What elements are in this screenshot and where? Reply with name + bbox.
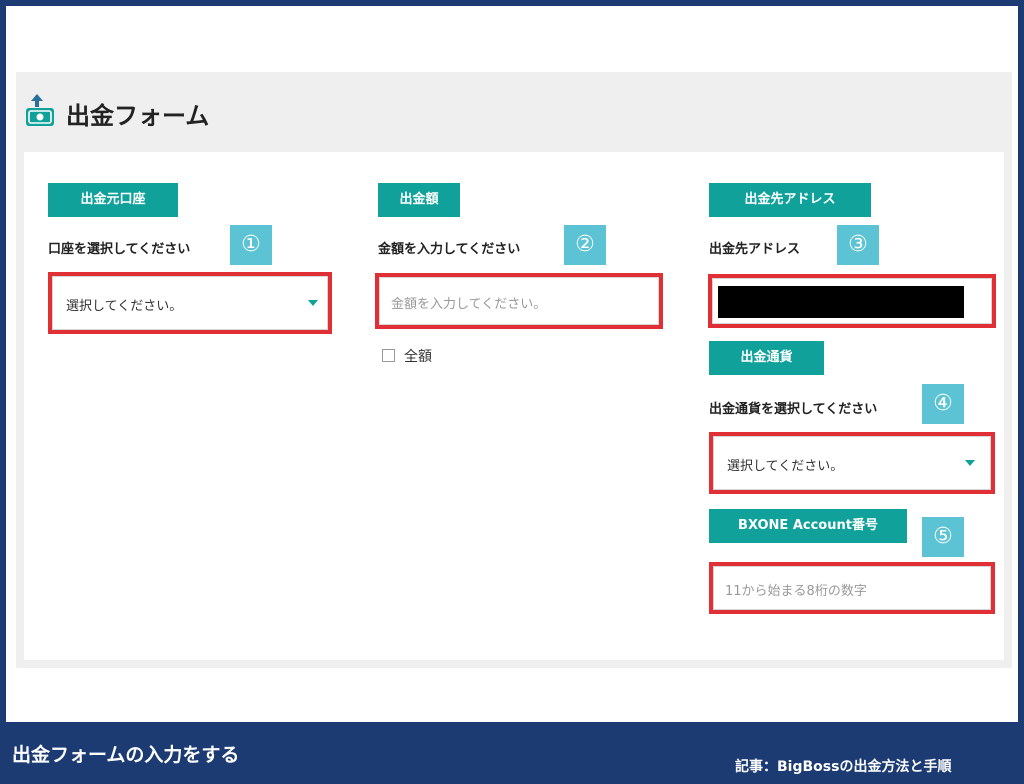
amount-tag: 出金額 xyxy=(378,183,460,217)
money-withdraw-icon xyxy=(24,92,56,132)
withdrawal-form-panel: 出金フォーム 出金元口座 口座を選択してください ① 選択してください。 出金額… xyxy=(16,72,1012,668)
account-number-input[interactable]: 11から始まる8桁の数字 xyxy=(709,562,995,614)
account-number-tag: BXONE Account番号 xyxy=(709,509,907,543)
amount-label: 金額を入力してください xyxy=(378,242,521,257)
currency-select-value: 選択してください。 xyxy=(727,459,844,474)
full-amount-checkbox[interactable] xyxy=(382,349,395,362)
form-body: 出金元口座 口座を選択してください ① 選択してください。 出金額 金額を入力し… xyxy=(24,152,1004,660)
chevron-down-icon xyxy=(965,460,975,466)
chevron-down-icon xyxy=(308,300,318,306)
caption-text: 出金フォームの入力をする xyxy=(12,744,240,766)
address-label: 出金先アドレス xyxy=(709,242,801,257)
step-badge-1: ① xyxy=(230,225,272,265)
full-amount-label: 全額 xyxy=(404,349,432,365)
currency-tag: 出金通貨 xyxy=(709,341,824,375)
address-input[interactable] xyxy=(708,274,996,328)
step-badge-3: ③ xyxy=(837,225,879,265)
source-account-select[interactable]: 選択してください。 xyxy=(48,272,332,334)
source-account-label: 口座を選択してください xyxy=(48,242,191,257)
page-title: 出金フォーム xyxy=(66,102,210,130)
currency-select[interactable]: 選択してください。 xyxy=(709,432,995,494)
amount-input[interactable]: 金額を入力してください。 xyxy=(375,273,663,329)
screenshot-canvas: 出金フォーム 出金元口座 口座を選択してください ① 選択してください。 出金額… xyxy=(6,6,1018,722)
amount-placeholder: 金額を入力してください。 xyxy=(391,297,547,312)
account-number-placeholder: 11から始まる8桁の数字 xyxy=(725,584,867,599)
step-badge-4: ④ xyxy=(922,384,964,424)
step-badge-5: ⑤ xyxy=(922,517,964,557)
source-credit: 記事：BigBossの出金方法と手順 xyxy=(735,759,952,775)
source-account-select-value: 選択してください。 xyxy=(66,299,183,314)
currency-label: 出金通貨を選択してください xyxy=(709,402,878,417)
step-badge-2: ② xyxy=(564,225,606,265)
form-header: 出金フォーム xyxy=(16,72,1012,150)
source-account-tag: 出金元口座 xyxy=(48,183,178,217)
address-tag: 出金先アドレス xyxy=(709,183,871,217)
redacted-address xyxy=(718,286,964,318)
